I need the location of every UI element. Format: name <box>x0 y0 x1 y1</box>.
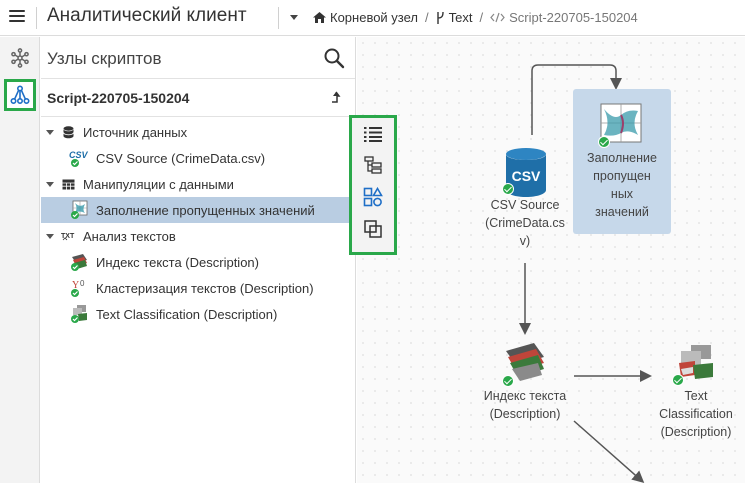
text-clustering-icon: Y0 <box>69 278 89 298</box>
status-ok-icon <box>672 374 684 386</box>
csv-icon-text: CSV <box>512 168 541 184</box>
breadcrumb-root[interactable]: Корневой узел <box>313 10 418 25</box>
connector-index-to-next <box>573 420 645 483</box>
snowflake-icon <box>11 48 29 68</box>
status-ok-icon <box>598 136 610 148</box>
tree-item[interactable]: Y0 Кластеризация текстов (Description) <box>41 275 356 301</box>
list-view-button[interactable] <box>361 122 385 146</box>
text-analysis-icon: TXT <box>61 229 75 243</box>
panel-title: Узлы скриптов <box>47 49 162 68</box>
node-label-fill-missing: Заполнение пропущен ных значений <box>587 151 657 219</box>
code-icon <box>490 12 505 23</box>
tree-item[interactable]: Text Classification (Description) <box>41 301 356 327</box>
tree-item[interactable]: Заполнение пропущенных значений <box>41 197 356 223</box>
tree-category-text-analysis[interactable]: TXT Анализ текстов <box>41 223 356 249</box>
tree-item-label: Кластеризация текстов (Description) <box>96 280 314 296</box>
breadcrumb-script: Script-220705-150204 <box>490 10 638 25</box>
top-bar: Аналитический клиент Корневой узел / Tex… <box>0 0 745 36</box>
tree-category-label: Источник данных <box>83 124 188 140</box>
list-icon <box>364 127 382 142</box>
tree-view-icon <box>364 156 382 174</box>
breadcrumb-script-label: Script-220705-150204 <box>509 10 638 25</box>
table-icon <box>61 177 75 191</box>
tree-item[interactable]: CSV CSV Source (CrimeData.csv) <box>41 145 356 171</box>
csv-icon: CSV <box>69 148 89 168</box>
divider <box>278 7 279 29</box>
tree-category-label: Манипуляции с данными <box>83 176 234 192</box>
node-label-text-index: Индекс текста (Description) <box>483 389 567 421</box>
workflow-icon <box>10 85 30 105</box>
search-icon[interactable] <box>323 47 345 69</box>
script-nodes-panel: Узлы скриптов Script-220705-150204 Источ… <box>41 37 356 483</box>
breadcrumb-root-label: Корневой узел <box>330 10 419 25</box>
svg-text:CSV: CSV <box>69 150 89 160</box>
breadcrumb-text[interactable]: Text <box>436 10 473 25</box>
fill-missing-icon <box>69 200 89 220</box>
tree-item-label: CSV Source (CrimeData.csv) <box>96 150 266 166</box>
tree-view-button[interactable] <box>361 153 385 177</box>
node-label-text-classification: Text Classification (Description) <box>659 389 733 439</box>
script-header: Script-220705-150204 <box>41 79 355 117</box>
svg-text:0: 0 <box>80 279 85 288</box>
icon-rail <box>0 37 40 483</box>
tree-item-label: Индекс текста (Description) <box>96 254 259 270</box>
tree-category-label: Анализ текстов <box>83 228 176 244</box>
breadcrumb-separator: / <box>479 10 484 25</box>
svg-text:TXT: TXT <box>61 233 75 240</box>
app-title: Аналитический клиент <box>47 5 247 26</box>
shapes-icon <box>363 187 383 207</box>
breadcrumb-separator: / <box>425 10 429 25</box>
overlap-icon <box>364 220 382 238</box>
tree-item-label: Заполнение пропущенных значений <box>96 202 315 218</box>
collapse-triangle-icon[interactable] <box>46 233 54 239</box>
text-index-icon <box>69 252 89 272</box>
status-ok-icon <box>502 375 514 387</box>
tree-item-label: Text Classification (Description) <box>96 306 278 322</box>
breadcrumb-text-label: Text <box>448 10 473 25</box>
branch-icon <box>436 11 444 24</box>
tree-category-data-manipulation[interactable]: Манипуляции с данными <box>41 171 356 197</box>
layers-view-button[interactable] <box>361 217 385 241</box>
go-up-icon[interactable] <box>331 91 341 105</box>
script-nodes-nav-button[interactable] <box>4 79 36 111</box>
tree-item[interactable]: Индекс текста (Description) <box>41 249 356 275</box>
collapse-triangle-icon[interactable] <box>46 181 54 187</box>
script-name: Script-220705-150204 <box>47 90 190 106</box>
workflow-canvas[interactable]: CSV CSV Source (CrimeData.cs v) Заполнен… <box>357 37 745 483</box>
tree-category-data-source[interactable]: Источник данных <box>41 119 356 145</box>
text-classification-icon <box>69 304 89 324</box>
view-toolbar <box>349 115 397 255</box>
collapse-triangle-icon[interactable] <box>46 129 54 135</box>
menu-icon[interactable] <box>9 10 25 24</box>
breadcrumb: Корневой узел / Text / Script-220705-150… <box>313 10 638 25</box>
database-icon <box>61 125 75 139</box>
node-label-csv-source: CSV Source (CrimeData.cs v) <box>485 198 565 248</box>
hierarchy-nav-button[interactable] <box>4 42 36 74</box>
status-ok-icon <box>502 183 514 195</box>
chevron-down-icon[interactable] <box>290 15 298 20</box>
shapes-view-button[interactable] <box>361 185 385 209</box>
panel-header: Узлы скриптов <box>41 37 355 79</box>
home-icon <box>313 12 326 23</box>
divider <box>36 7 37 29</box>
